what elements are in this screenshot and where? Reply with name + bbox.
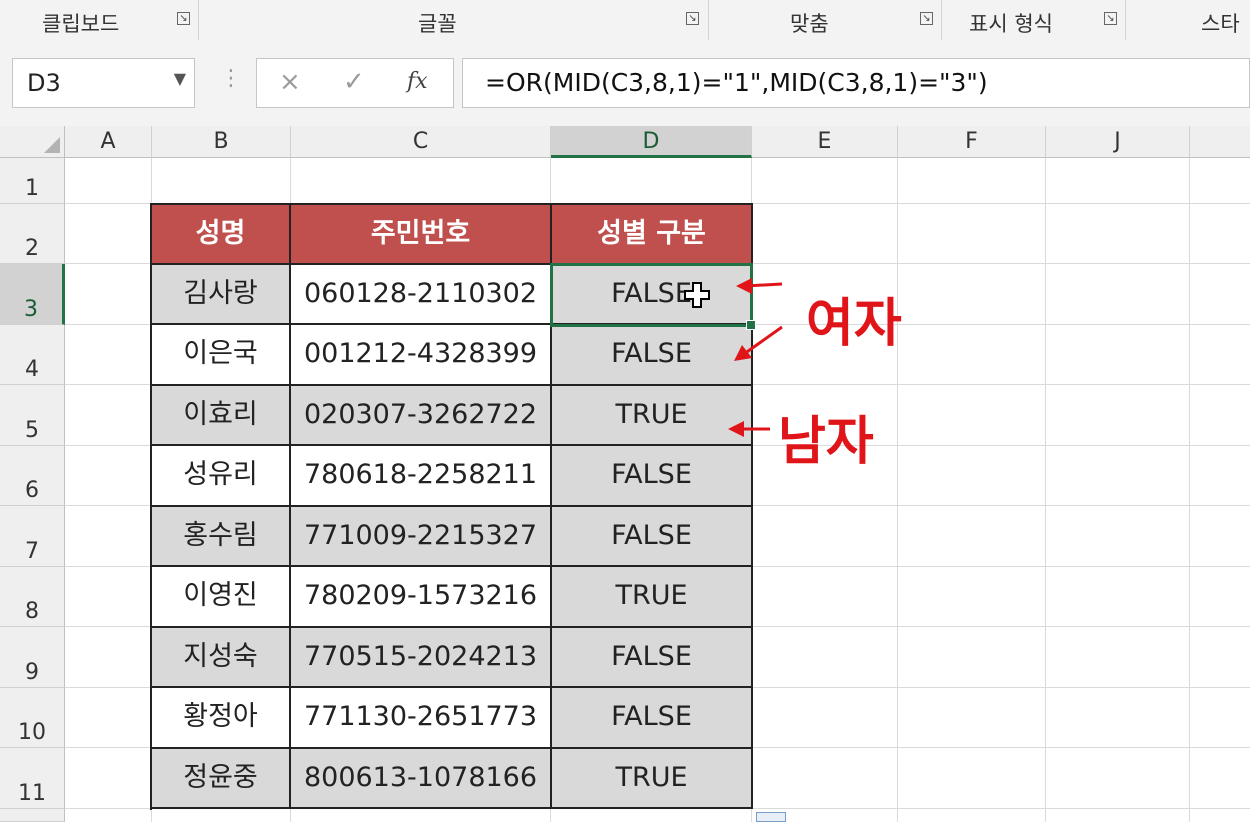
annotation-arrows — [728, 278, 783, 437]
annotation-female: 여자 — [806, 294, 902, 354]
quick-analysis-icon[interactable] — [756, 812, 786, 822]
annotation-male: 남자 — [778, 412, 874, 472]
